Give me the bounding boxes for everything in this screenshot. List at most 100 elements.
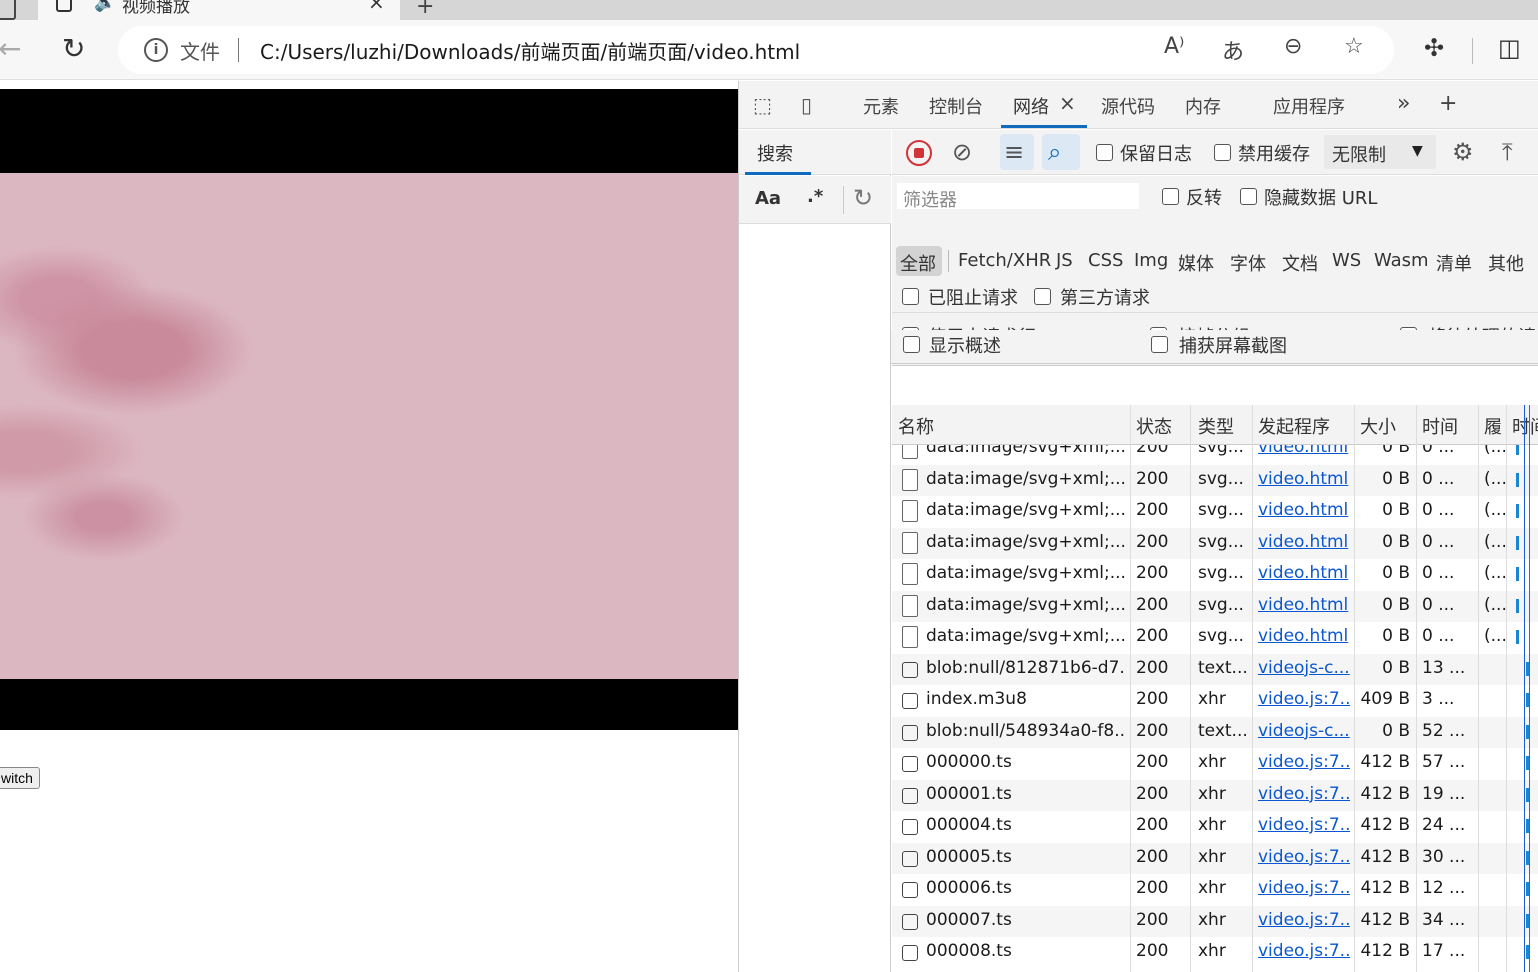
extensions-icon[interactable]: ✣ [1424, 34, 1444, 62]
video-player[interactable]: ▶ 🔊 [0, 89, 738, 730]
type-filter-other[interactable]: 其他 [1488, 250, 1524, 276]
split-screen-icon[interactable]: ◫ [1498, 34, 1521, 62]
inspect-element-icon[interactable]: ⬚ [753, 93, 772, 117]
table-row[interactable]: data:image/svg+xml;... 200 svg... video.htm… [892, 464, 1538, 496]
table-row[interactable]: data:image/svg+xml;... 200 svg... video.htm… [892, 445, 1538, 465]
blocked-requests-checkbox[interactable] [902, 288, 919, 305]
refresh-icon[interactable]: ↻ [853, 184, 873, 212]
type-filter-manifest[interactable]: 清单 [1436, 250, 1472, 276]
tab-sources[interactable]: 源代码 [1101, 93, 1155, 119]
tab-close-icon[interactable]: × [1059, 91, 1076, 115]
favorite-star-icon[interactable]: ☆ [1344, 34, 1364, 59]
preserve-log-checkbox[interactable] [1096, 144, 1113, 161]
table-row[interactable]: data:image/svg+xml;... 200 svg... video.htm… [892, 559, 1538, 591]
cell-initiator[interactable]: videojs-c... [1258, 721, 1350, 741]
record-stop-icon[interactable] [906, 140, 932, 166]
type-filter-doc[interactable]: 文档 [1282, 250, 1318, 276]
col-name[interactable]: 名称 [898, 413, 934, 439]
add-tab-icon[interactable]: + [1439, 91, 1457, 116]
cell-initiator[interactable]: video.html [1258, 445, 1350, 457]
table-row[interactable]: data:image/svg+xml;... 200 svg... video.htm… [892, 527, 1538, 559]
read-aloud-icon[interactable]: A⁾ [1164, 34, 1184, 59]
col-status[interactable]: 状态 [1136, 413, 1172, 439]
screenshots-checkbox[interactable] [1151, 336, 1168, 353]
table-row[interactable]: 000001.ts 200 xhr video.js:7... 412 B 19 ... [892, 779, 1538, 811]
device-emulation-icon[interactable]: ▯ [801, 93, 812, 117]
table-row[interactable]: 000008.ts 200 xhr video.js:7... 412 B 17 ... [892, 937, 1538, 967]
info-icon[interactable]: i [144, 38, 168, 62]
audio-playing-icon[interactable]: 🔈 [94, 0, 116, 13]
cell-initiator[interactable]: video.js:7... [1258, 941, 1350, 961]
cell-initiator[interactable]: video.js:7... [1258, 910, 1350, 930]
match-case-toggle[interactable]: Aa [755, 188, 781, 209]
overview-checkbox[interactable] [903, 336, 920, 353]
invert-checkbox[interactable] [1162, 188, 1179, 205]
cell-initiator[interactable]: video.html [1258, 563, 1350, 583]
filter-icon[interactable]: ≡ [1004, 138, 1024, 166]
tab-memory[interactable]: 内存 [1185, 93, 1221, 119]
address-bar[interactable]: i 文件 C:/Users/luzhi/Downloads/前端页面/前端页面/… [118, 26, 1394, 74]
switch-button[interactable]: witch [0, 767, 40, 789]
table-row[interactable]: 000004.ts 200 xhr video.js:7... 412 B 24 ... [892, 811, 1538, 843]
import-har-icon[interactable]: ⤒ [1502, 138, 1513, 166]
type-filter-media[interactable]: 媒体 [1178, 250, 1214, 276]
tab-close-icon[interactable]: × [368, 0, 385, 14]
table-row[interactable]: index.m3u8 200 xhr video.js:7... 409 B 3 ... [892, 685, 1538, 717]
col-type[interactable]: 类型 [1198, 413, 1234, 439]
table-row[interactable]: blob:null/548934a0-f8... 200 text... videoj… [892, 716, 1538, 748]
address-url[interactable]: C:/Users/luzhi/Downloads/前端页面/前端页面/video… [260, 36, 800, 65]
workspaces-icon[interactable] [0, 0, 16, 20]
table-row[interactable]: blob:null/812871b6-d7... 200 text... videoj… [892, 653, 1538, 685]
table-row[interactable]: 000000.ts 200 xhr video.js:7... 412 B 57 ... [892, 748, 1538, 780]
browser-tab[interactable]: 🔈 视频播放 × [38, 0, 400, 20]
table-row[interactable]: 000005.ts 200 xhr video.js:7... 412 B 30 ... [892, 842, 1538, 874]
cell-initiator[interactable]: videojs-c... [1258, 658, 1350, 678]
regex-toggle[interactable]: .* [807, 186, 823, 207]
back-icon[interactable]: ← [0, 32, 21, 65]
throttling-select[interactable]: 无限制 ▼ [1324, 135, 1436, 169]
third-party-checkbox[interactable] [1034, 288, 1051, 305]
filter-input[interactable]: 筛选器 [896, 182, 1140, 211]
cell-initiator[interactable]: video.html [1258, 469, 1350, 489]
new-tab-button[interactable]: + [416, 0, 434, 19]
cell-initiator[interactable]: video.js:7... [1258, 815, 1350, 835]
tab-console[interactable]: 控制台 [929, 93, 983, 119]
search-icon[interactable]: ⌕ [1048, 138, 1061, 166]
tab-application[interactable]: 应用程序 [1273, 93, 1345, 119]
search-title[interactable]: 搜索 [757, 140, 793, 166]
col-initiator[interactable]: 发起程序 [1258, 413, 1330, 439]
disable-cache-checkbox[interactable] [1214, 144, 1231, 161]
col-waterfall[interactable]: 时间 [1512, 413, 1538, 439]
cell-initiator[interactable]: video.html [1258, 500, 1350, 520]
col-size[interactable]: 大小 [1360, 413, 1396, 439]
cell-initiator[interactable]: video.js:7... [1258, 878, 1350, 898]
table-row[interactable]: data:image/svg+xml;... 200 svg... video.htm… [892, 622, 1538, 654]
table-row[interactable]: 000006.ts 200 xhr video.js:7... 412 B 12 ... [892, 874, 1538, 906]
table-row[interactable]: data:image/svg+xml;... 200 svg... video.htm… [892, 590, 1538, 622]
refresh-icon[interactable]: ↻ [62, 32, 85, 65]
type-filter-fetch[interactable]: Fetch/XHR [958, 250, 1051, 271]
clear-icon[interactable]: ⊘ [952, 138, 972, 166]
zoom-out-icon[interactable]: ⊖ [1284, 34, 1302, 59]
cell-initiator[interactable]: video.js:7... [1258, 784, 1350, 804]
type-filter-font[interactable]: 字体 [1230, 250, 1266, 276]
cell-initiator[interactable]: video.html [1258, 626, 1350, 646]
table-row[interactable]: 000007.ts 200 xhr video.js:7... 412 B 34 ... [892, 905, 1538, 937]
hide-data-urls-checkbox[interactable] [1240, 188, 1257, 205]
cell-initiator[interactable]: video.js:7... [1258, 847, 1350, 867]
type-filter-ws[interactable]: WS [1332, 250, 1361, 271]
col-time[interactable]: 时间 [1422, 413, 1458, 439]
type-filter-all[interactable]: 全部 [900, 250, 936, 276]
type-filter-wasm[interactable]: Wasm [1374, 250, 1429, 271]
cell-initiator[interactable]: video.js:7... [1258, 689, 1350, 709]
network-conditions-icon[interactable]: ⚙ [1452, 138, 1474, 166]
type-filter-js[interactable]: JS [1056, 250, 1073, 271]
table-row[interactable]: data:image/svg+xml;... 200 svg... video.htm… [892, 496, 1538, 528]
type-filter-img[interactable]: Img [1134, 250, 1168, 271]
type-filter-css[interactable]: CSS [1088, 250, 1123, 271]
more-tabs-icon[interactable]: » [1397, 91, 1410, 116]
cell-initiator[interactable]: video.html [1258, 595, 1350, 615]
col-fulfilled[interactable]: 履 [1484, 413, 1502, 439]
cell-initiator[interactable]: video.html [1258, 532, 1350, 552]
translate-icon[interactable]: あ [1222, 34, 1244, 66]
